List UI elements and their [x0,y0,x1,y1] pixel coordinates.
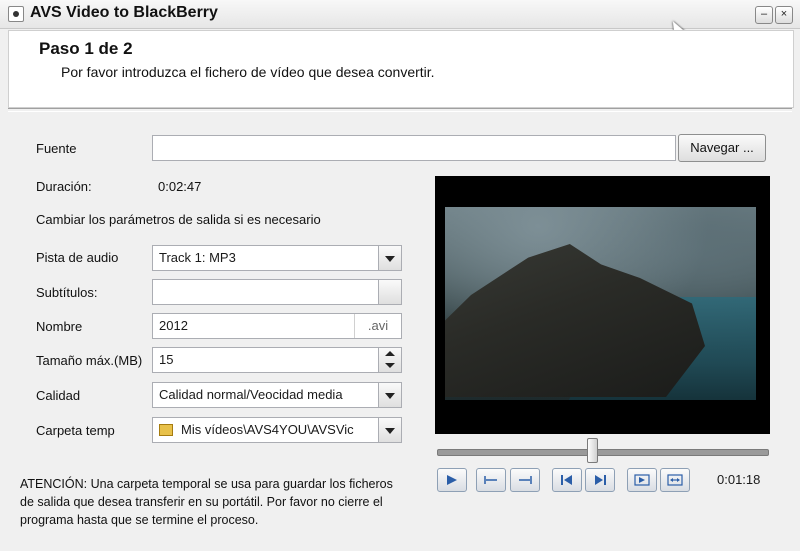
prev-frame-button[interactable] [552,468,582,492]
preview-frame-image [445,207,756,400]
system-menu-icon[interactable] [8,6,24,22]
temp-folder-select[interactable]: Mis vídeos\AVS4YOU\AVSVic [152,417,402,443]
play-icon [447,475,457,485]
seek-track[interactable] [437,449,769,456]
extension-label: .avi [354,314,401,338]
step-title: Paso 1 de 2 [39,39,133,58]
header-separator [8,108,792,112]
next-frame-icon [595,475,606,485]
source-label: Fuente [36,141,77,156]
quality-value: Calidad normal/Veocidad media [159,387,343,402]
folder-icon [159,424,173,436]
quality-select[interactable]: Calidad normal/Veocidad media [152,382,402,408]
audio-track-label: Pista de audio [36,250,119,265]
set-end-button[interactable] [510,468,540,492]
name-input[interactable]: 2012 .avi [152,313,402,339]
chevron-down-icon[interactable] [378,383,401,407]
fit-button[interactable] [660,468,690,492]
audio-track-select[interactable]: Track 1: MP3 [152,245,402,271]
audio-track-value: Track 1: MP3 [159,250,236,265]
subtitles-select[interactable] [152,279,402,305]
temp-folder-value: Mis vídeos\AVS4YOU\AVSVic [181,422,354,437]
chevron-down-icon[interactable] [378,418,401,442]
preview-landmass [445,244,705,397]
prev-frame-icon [561,475,572,485]
name-label: Nombre [36,319,83,334]
set-start-button[interactable] [476,468,506,492]
spin-down-icon[interactable] [385,363,395,368]
warning-note: ATENCIÓN: Una carpeta temporal se usa pa… [20,477,393,527]
wizard-header: Paso 1 de 2 Por favor introduzca el fich… [8,30,794,108]
spin-up-icon[interactable] [385,351,395,356]
main-window: AVS Video to BlackBerry – × Paso 1 de 2 … [0,0,800,551]
close-button[interactable]: × [775,6,793,24]
play-button[interactable] [437,468,467,492]
max-size-value: 15 [159,352,174,367]
spin-buttons[interactable] [378,348,401,372]
window-title: AVS Video to BlackBerry [30,4,218,21]
seek-thumb[interactable] [587,438,598,463]
go-marker-icon [634,474,650,486]
subtitles-button[interactable] [378,280,401,304]
source-input[interactable] [152,135,676,161]
go-marker-button[interactable] [627,468,657,492]
name-value: 2012 [159,318,188,333]
quality-label: Calidad [36,388,81,403]
current-time: 0:01:18 [717,472,761,487]
set-end-icon [519,476,532,484]
temp-folder-label: Carpeta temp [36,423,115,438]
max-size-stepper[interactable]: 15 [152,347,402,373]
browse-button[interactable]: Navegar ... [678,134,766,162]
fit-icon [667,474,683,486]
duration-label: Duración: [36,179,92,194]
next-frame-button[interactable] [585,468,615,492]
subtitles-label: Subtítulos: [36,285,98,300]
minimize-button[interactable]: – [755,6,773,24]
output-params-hint: Cambiar los parámetros de salida si es n… [36,212,321,227]
step-description: Por favor introduzca el fichero de vídeo… [61,64,435,80]
max-size-label: Tamaño máx.(MB) [36,353,143,368]
set-start-icon [484,476,497,484]
duration-value: 0:02:47 [158,179,202,194]
chevron-down-icon[interactable] [378,246,401,270]
